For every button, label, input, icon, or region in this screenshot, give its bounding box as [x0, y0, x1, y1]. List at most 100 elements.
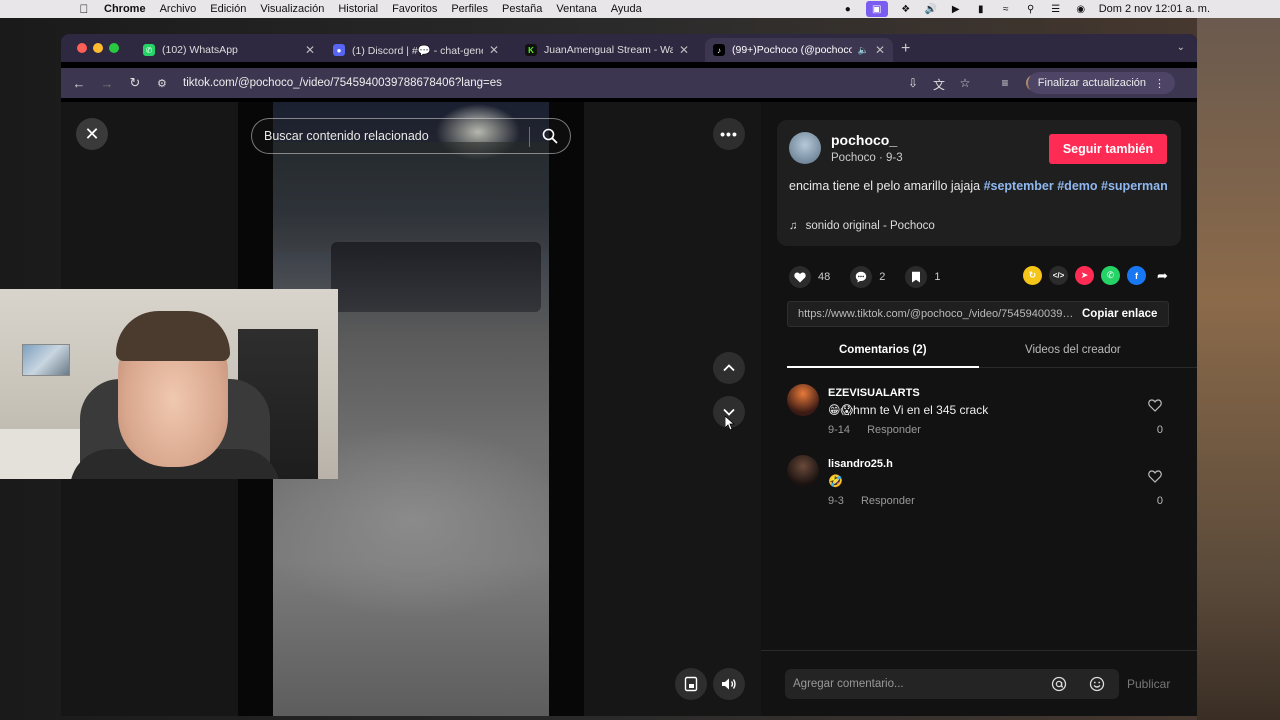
close-window-icon[interactable] [77, 43, 87, 53]
facebook-icon[interactable]: f [1127, 266, 1146, 285]
copy-link-row: https://www.tiktok.com/@pochoco_/video/7… [787, 301, 1169, 327]
control-center-icon[interactable]: ☰ [1049, 3, 1063, 15]
share-arrow-icon[interactable]: ➦ [1153, 266, 1172, 285]
address-bar[interactable]: ⚙ tiktok.com/@pochoco_/video/75459400397… [157, 72, 857, 94]
menu-favoritos[interactable]: Favoritos [392, 3, 437, 15]
clock[interactable]: Dom 2 nov 12:01 a. m. [1099, 3, 1210, 15]
comment-like-button[interactable] [1145, 470, 1165, 488]
volume-icon[interactable]: 🔊 [924, 3, 938, 15]
site-settings-icon[interactable]: ⚙ [157, 77, 171, 90]
close-tab-icon[interactable]: ✕ [489, 43, 499, 57]
creative-cloud-icon[interactable]: ● [841, 3, 855, 15]
previous-video-button[interactable] [713, 352, 745, 384]
forward-icon[interactable]: → [93, 76, 121, 91]
back-icon[interactable]: ← [65, 76, 93, 91]
avatar[interactable] [789, 132, 821, 164]
tab-discord[interactable]: ● (1) Discord | #💬 - chat-general ✕ [325, 38, 507, 62]
install-app-icon[interactable]: ⇩ [905, 76, 921, 90]
speaker-icon[interactable]: 🔈 [858, 45, 869, 56]
like-button[interactable]: 48 [789, 266, 830, 288]
tab-label: (99+)Pochoco (@pochoco_) [732, 44, 852, 56]
search-icon[interactable] [542, 128, 558, 144]
menu-archivo[interactable]: Archivo [160, 3, 197, 15]
close-tab-icon[interactable]: ✕ [305, 43, 315, 57]
repost-icon[interactable]: ↻ [1023, 266, 1042, 285]
tab-comments[interactable]: Comentarios (2) [839, 344, 927, 356]
tab-tiktok[interactable]: ♪ (99+)Pochoco (@pochoco_) 🔈 ✕ [705, 38, 893, 62]
reply-button[interactable]: Responder [867, 424, 921, 436]
comment-button[interactable]: 2 [850, 266, 885, 288]
hashtag[interactable]: #demo [1057, 179, 1097, 193]
update-label: Finalizar actualización [1037, 77, 1146, 89]
menu-ventana[interactable]: Ventana [556, 3, 596, 15]
mention-icon[interactable] [1051, 676, 1067, 692]
tab-creator-videos[interactable]: Videos del creador [1025, 344, 1121, 356]
new-tab-button[interactable]: + [901, 40, 910, 58]
save-button[interactable]: 1 [905, 266, 941, 288]
tab-whatsapp[interactable]: ✆ (102) WhatsApp ✕ [135, 38, 323, 62]
more-options-button[interactable]: ••• [713, 118, 745, 150]
maximize-window-icon[interactable] [109, 43, 119, 53]
hashtag[interactable]: #superman [1101, 179, 1168, 193]
post-link[interactable]: https://www.tiktok.com/@pochoco_/video/7… [788, 308, 1076, 320]
menu-pestana[interactable]: Pestaña [502, 3, 542, 15]
play-icon[interactable]: ▶ [949, 3, 963, 15]
wifi-icon[interactable]: ≈ [999, 3, 1013, 15]
reply-button[interactable]: Responder [861, 495, 915, 507]
post-username[interactable]: pochoco_ [831, 132, 897, 148]
url-text[interactable]: tiktok.com/@pochoco_/video/7545940039788… [183, 77, 502, 89]
comment-input[interactable]: Agregar comentario... [785, 669, 1119, 699]
battery-icon[interactable]: ▮ [974, 3, 988, 15]
menu-chrome[interactable]: Chrome [104, 3, 146, 15]
embed-icon[interactable]: </> [1049, 266, 1068, 285]
avatar[interactable] [787, 384, 819, 416]
browser-toolbar: ← → ↻ ⚙ tiktok.com/@pochoco_/video/75459… [61, 68, 1197, 98]
publish-button[interactable]: Publicar [1127, 677, 1170, 691]
menu-historial[interactable]: Historial [338, 3, 378, 15]
sound-link[interactable]: ♫ sonido original - Pochoco [789, 220, 935, 232]
bookmark-star-icon[interactable]: ☆ [957, 76, 973, 90]
volume-button[interactable] [713, 668, 745, 700]
related-search-input[interactable]: Buscar contenido relacionado [251, 118, 571, 154]
sound-label: sonido original - Pochoco [805, 220, 935, 232]
whatsapp-icon[interactable]: ✆ [1101, 266, 1120, 285]
screen-record-icon[interactable]: ▣ [865, 1, 888, 17]
tab-label: (102) WhatsApp [162, 44, 238, 56]
menu-visualizacion[interactable]: Visualización [260, 3, 324, 15]
person-hair [116, 311, 230, 361]
tab-kick-stream[interactable]: K JuanAmengual Stream - Watch ✕ [517, 38, 697, 62]
active-tab-indicator [787, 366, 979, 368]
emoji-icon[interactable] [1089, 676, 1105, 692]
comment-text: 😁😱hmn te Vi en el 345 crack [828, 403, 989, 417]
media-controls-icon[interactable]: ≡ [997, 76, 1013, 90]
post-description: encima tiene el pelo amarillo jajaja #se… [789, 178, 1169, 195]
comment-username[interactable]: EZEVISUALARTS [828, 387, 920, 399]
search-icon[interactable]: ⚲ [1024, 3, 1038, 15]
reload-icon[interactable]: ↻ [121, 75, 149, 91]
music-note-icon: ♫ [789, 220, 798, 232]
menu-ayuda[interactable]: Ayuda [611, 3, 642, 15]
close-button[interactable]: ✕ [76, 118, 108, 150]
siri-icon[interactable]: ◉ [1074, 3, 1088, 15]
menu-perfiles[interactable]: Perfiles [451, 3, 488, 15]
kebab-menu-icon[interactable]: ⋮ [1154, 77, 1165, 90]
hashtag[interactable]: #september [984, 179, 1054, 193]
avatar[interactable] [787, 455, 819, 487]
chevron-down-icon[interactable]: ⌄ [1177, 42, 1185, 53]
comment-like-button[interactable] [1145, 399, 1165, 417]
close-tab-icon[interactable]: ✕ [875, 43, 885, 57]
kick-icon: K [525, 44, 537, 56]
close-tab-icon[interactable]: ✕ [679, 43, 689, 57]
copy-link-button[interactable]: Copiar enlace [1076, 308, 1157, 320]
apple-icon[interactable]:  [76, 2, 92, 16]
comment-username[interactable]: lisandro25.h [828, 458, 893, 470]
update-button[interactable]: Finalizar actualización ⋮ [1027, 72, 1175, 94]
dropbox-icon[interactable]: ❖ [899, 3, 913, 15]
picture-in-picture-button[interactable] [675, 668, 707, 700]
translate-icon[interactable]: 文 [931, 76, 947, 93]
heart-outline-icon [1148, 399, 1162, 412]
minimize-window-icon[interactable] [93, 43, 103, 53]
menu-edicion[interactable]: Edición [210, 3, 246, 15]
follow-button[interactable]: Seguir también [1049, 134, 1167, 164]
send-to-friends-icon[interactable]: ➤ [1075, 266, 1094, 285]
